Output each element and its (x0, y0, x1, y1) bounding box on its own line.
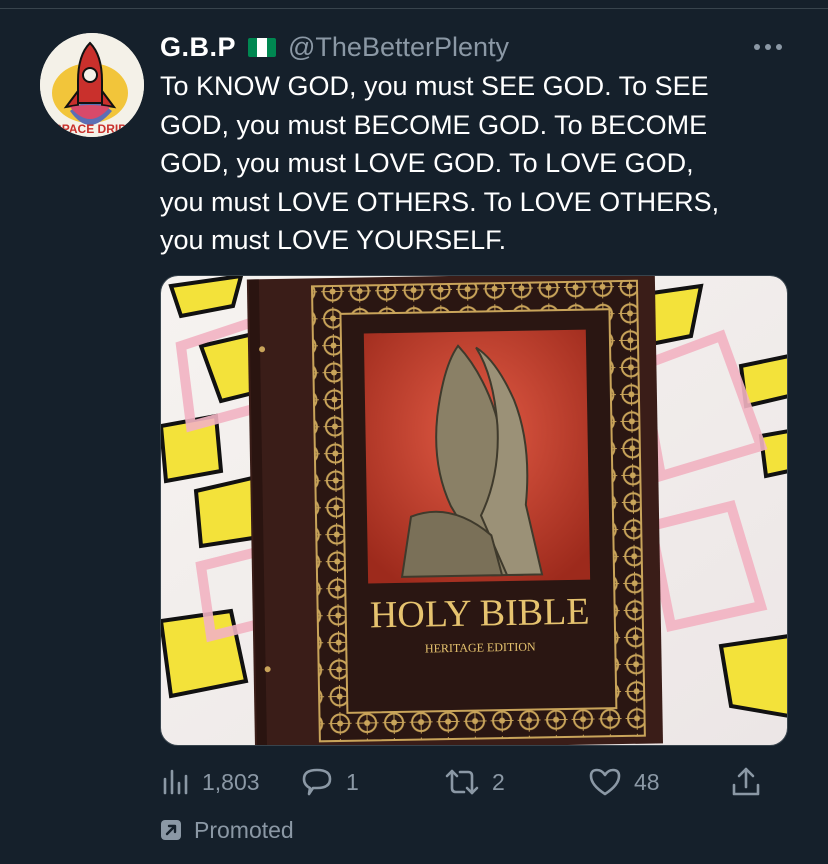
share-button[interactable] (730, 762, 762, 802)
tweet-text: To KNOW GOD, you must SEE GOD. To SEE GO… (160, 71, 720, 255)
tweet-header: G.B.P @TheBetterPlenty (160, 30, 509, 64)
promoted-indicator: Promoted (160, 814, 294, 846)
views-count: 1,803 (202, 768, 260, 795)
retweet-count: 2 (492, 768, 505, 795)
author-name[interactable]: G.B.P (160, 32, 236, 63)
heart-icon (589, 768, 621, 796)
promoted-icon (161, 820, 181, 840)
tweet-actions: 1,803 1 2 48 (160, 762, 788, 802)
top-divider (0, 0, 828, 9)
bible-photo: HOLY BIBLE HERITAGE EDITION (161, 276, 787, 745)
reply-count: 1 (346, 768, 359, 795)
avatar-logo-text: SPACE DRIP (54, 122, 126, 136)
nigeria-flag-icon (248, 37, 276, 57)
avatar[interactable]: SPACE DRIP (40, 33, 144, 137)
retweet-button[interactable]: 2 (444, 762, 505, 802)
more-dot-icon (754, 44, 760, 50)
book-title: HOLY BIBLE (370, 591, 590, 637)
rocket-logo-icon: SPACE DRIP (40, 33, 144, 137)
analytics-icon (163, 769, 188, 795)
reply-icon (302, 768, 332, 796)
author-handle[interactable]: @TheBetterPlenty (288, 32, 509, 63)
tweet-media[interactable]: HOLY BIBLE HERITAGE EDITION (160, 275, 788, 746)
more-dot-icon (776, 44, 782, 50)
like-count: 48 (634, 768, 660, 795)
more-options-button[interactable] (748, 32, 788, 62)
promoted-label: Promoted (194, 816, 294, 843)
share-icon (732, 767, 760, 796)
reply-button[interactable]: 1 (300, 762, 359, 802)
views-button[interactable]: 1,803 (160, 762, 260, 802)
retweet-icon (445, 769, 479, 795)
more-dot-icon (765, 44, 771, 50)
book-subtitle: HERITAGE EDITION (425, 640, 536, 656)
like-button[interactable]: 48 (588, 762, 660, 802)
